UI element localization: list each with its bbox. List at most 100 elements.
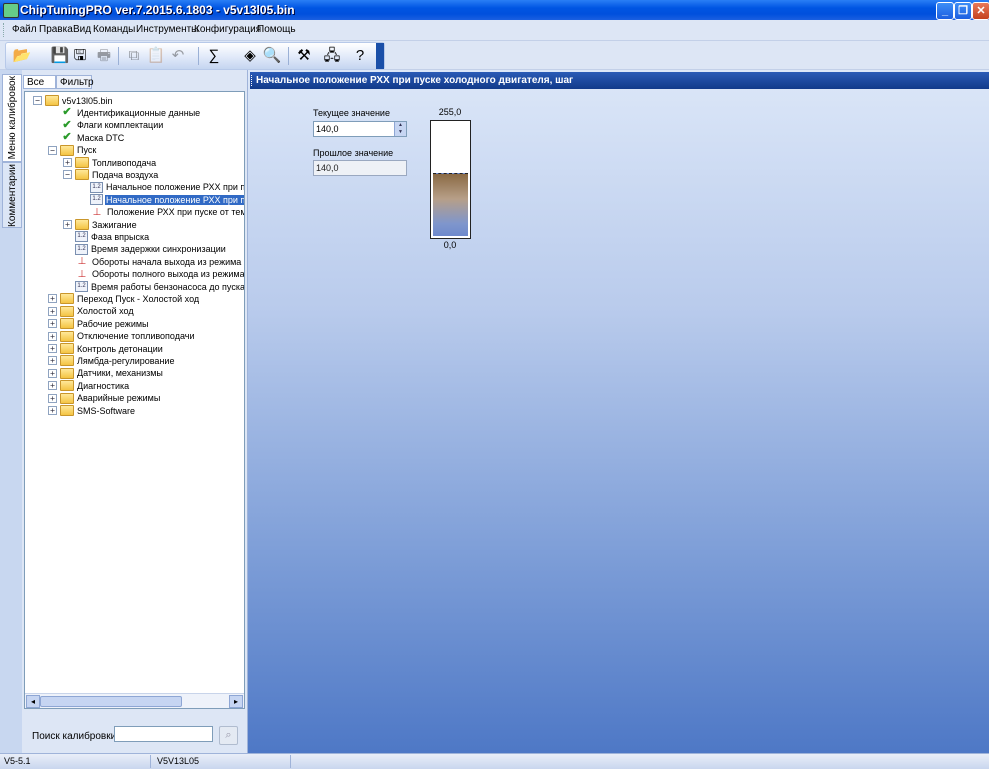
save-as-icon[interactable]: 🖫 — [70, 46, 90, 66]
graph-icon: ⊥ — [92, 206, 102, 218]
tree-node[interactable]: ✔ Идентификационные данные — [48, 106, 201, 119]
maximize-button[interactable]: ❐ — [954, 2, 972, 20]
tab-filter[interactable]: Фильтр — [56, 75, 94, 89]
current-value-spinbox[interactable]: 140,0 ▲ ▼ — [313, 121, 407, 137]
scroll-thumb[interactable] — [40, 696, 182, 707]
toolbar-overflow-button[interactable] — [376, 43, 384, 69]
menu-help[interactable]: Помощь — [257, 24, 296, 35]
calibration-panel: Все Фильтр − v5v13l05.bin ✔ Идентификационн… — [22, 70, 248, 753]
copy-icon[interactable]: ⧉ — [124, 46, 144, 66]
expand-icon[interactable]: + — [48, 294, 57, 304]
menu-view[interactable]: Вид — [73, 24, 91, 35]
tab-comments[interactable]: Комментарии — [2, 162, 22, 228]
tree-node-label: Зажигание — [92, 219, 137, 230]
expand-icon[interactable]: + — [48, 356, 57, 366]
tree-node[interactable]: ⊥ Обороты начала выхода из режима пу — [63, 255, 244, 268]
toolbar-strip: 📂 💾 🖫 🖶 ⧉ 📋 ↶ ∑ ◈ 🔍 ⚒ 🖧? — [5, 42, 385, 70]
tree-node[interactable]: + Холостой ход — [48, 305, 135, 318]
tree-node[interactable]: 1.2 Начальное положение РХХ при пуск — [78, 181, 245, 194]
folder-icon — [60, 343, 74, 354]
tree-node[interactable]: + Диагностика — [48, 379, 130, 392]
tab-calibration-menu[interactable]: Меню калибровок — [2, 74, 22, 162]
search-button[interactable]: ⌕ — [219, 726, 238, 745]
expand-icon[interactable]: + — [48, 368, 57, 378]
folder-icon — [45, 95, 59, 106]
editor-area: Начальное положение РХХ при пуске холодн… — [248, 70, 989, 753]
tree-node[interactable]: − Подача воздуха — [63, 168, 159, 181]
tree-node[interactable]: − Пуск — [48, 144, 97, 157]
status-version: V5-5.1 — [4, 756, 31, 766]
status-bar: V5-5.1 V5V13L05 — [0, 753, 989, 769]
expand-icon[interactable]: + — [63, 158, 72, 167]
tree-node[interactable]: + SMS-Software — [48, 404, 136, 417]
collapse-icon[interactable]: − — [48, 145, 57, 155]
tree-node[interactable]: + Контроль детонации — [48, 342, 164, 355]
expand-icon[interactable]: + — [48, 393, 57, 403]
scroll-left-arrow[interactable]: ◂ — [26, 695, 40, 708]
expand-icon[interactable]: + — [48, 306, 57, 316]
checksum-icon[interactable]: ∑ — [204, 46, 224, 66]
minimize-button[interactable]: _ — [936, 2, 954, 20]
tree-node[interactable]: 1.2 Время работы бензонасоса до пуска — [63, 280, 244, 293]
expand-icon[interactable]: + — [48, 381, 57, 391]
graph-icon: ⊥ — [77, 268, 87, 280]
tree-node[interactable]: 1.2 Начальное положение РХХ при пус — [78, 193, 244, 206]
tree-node[interactable]: + Рабочие режимы — [48, 317, 150, 330]
paste-icon[interactable]: 📋 — [146, 46, 166, 66]
tree-node-label: Аварийные режимы — [77, 393, 161, 404]
open-folder-icon[interactable]: 📂 — [12, 46, 32, 66]
tab-all[interactable]: Все — [23, 75, 56, 89]
menu-configuration[interactable]: Конфигурация — [194, 24, 261, 35]
folder-icon — [75, 169, 89, 181]
menu-edit[interactable]: Правка — [39, 24, 73, 35]
menu-tools[interactable]: Инструменты — [136, 24, 198, 35]
tree-node-label: Положение РХХ при пуске от темпе — [107, 207, 245, 218]
tree-node-label: Начальное положение РХХ при пуск — [106, 182, 245, 193]
tree-node[interactable]: 1.2 Фаза впрыска — [63, 230, 150, 243]
tree-node[interactable]: + Датчики, механизмы — [48, 367, 164, 380]
tree-node[interactable]: + Отключение топливоподачи — [48, 330, 195, 343]
tree-node[interactable]: 1.2 Время задержки синхронизации — [63, 243, 227, 256]
menu-bar: Файл Правка Вид Команды Инструменты Конф… — [0, 20, 989, 41]
diamond-icon[interactable]: ◈ — [240, 46, 260, 66]
tree-horizontal-scrollbar[interactable]: ◂ ▸ — [25, 693, 244, 708]
expand-icon[interactable]: + — [63, 220, 72, 229]
menu-file[interactable]: Файл — [12, 24, 37, 35]
tree-node[interactable]: + Аварийные режимы — [48, 392, 161, 405]
scroll-right-arrow[interactable]: ▸ — [229, 695, 243, 708]
folder-icon — [60, 318, 74, 330]
spin-down-icon[interactable]: ▼ — [394, 129, 406, 136]
collapse-icon[interactable]: − — [63, 170, 72, 180]
expand-icon[interactable]: + — [48, 331, 57, 341]
network-icon[interactable]: 🖧 — [322, 46, 342, 66]
save-icon[interactable]: 💾 — [50, 46, 70, 66]
undo-icon[interactable]: ↶ — [168, 46, 188, 66]
expand-icon[interactable]: + — [48, 344, 57, 353]
tree-node[interactable]: + Переход Пуск - Холостой ход — [48, 292, 200, 305]
close-button[interactable]: ✕ — [972, 2, 989, 20]
search-zoom-icon[interactable]: 🔍 — [262, 46, 282, 66]
current-value[interactable]: 140,0 — [316, 124, 339, 134]
tree-node[interactable]: ⊥ Положение РХХ при пуске от темпе — [78, 206, 245, 219]
tools-icon[interactable]: ⚒ — [294, 46, 314, 66]
tree-node-label: SMS-Software — [77, 405, 136, 416]
spin-up-icon[interactable]: ▲ — [394, 122, 406, 129]
tree-node[interactable]: ✔ Флаги комплектации — [48, 119, 164, 132]
value-gauge[interactable] — [430, 120, 471, 239]
tree-node[interactable]: ✔ Маска DTC — [48, 131, 125, 144]
tree-node-label: Датчики, механизмы — [77, 368, 163, 379]
menu-commands[interactable]: Команды — [93, 24, 135, 35]
tree-node[interactable]: − v5v13l05.bin — [33, 94, 114, 107]
folder-icon — [60, 392, 74, 404]
help-icon[interactable]: ? — [350, 46, 370, 66]
expand-icon[interactable]: + — [48, 406, 57, 415]
print-icon[interactable]: 🖶 — [94, 46, 114, 66]
expand-icon[interactable]: + — [48, 319, 57, 329]
search-input[interactable] — [114, 726, 213, 742]
tree-node[interactable]: + Топливоподача — [63, 156, 157, 169]
tree-node-label: Маска DTC — [77, 132, 125, 143]
tree-node[interactable]: + Лямбда-регулирование — [48, 354, 175, 367]
tree-node[interactable]: ⊥ Обороты полного выхода из режима п — [63, 268, 244, 281]
tree-node[interactable]: + Зажигание — [63, 218, 138, 231]
collapse-icon[interactable]: − — [33, 96, 42, 105]
